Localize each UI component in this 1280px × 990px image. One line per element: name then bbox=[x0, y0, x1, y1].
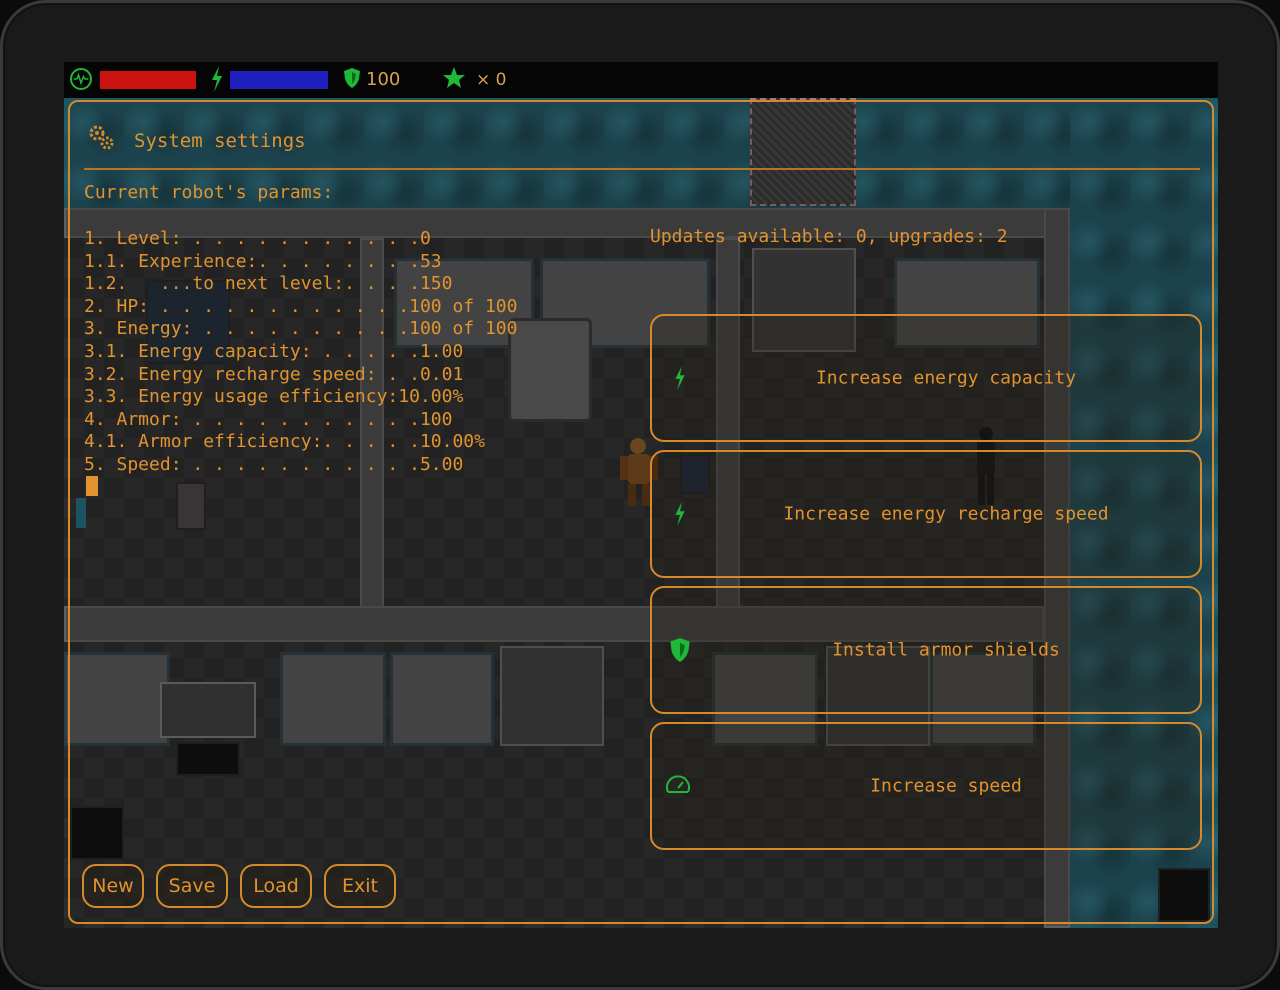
hud-bar: 100 × 0 bbox=[64, 62, 1218, 98]
text-cursor bbox=[86, 476, 98, 496]
new-button[interactable]: New bbox=[82, 864, 144, 908]
save-button[interactable]: Save bbox=[156, 864, 228, 908]
load-button[interactable]: Load bbox=[240, 864, 312, 908]
health-bar bbox=[100, 71, 196, 89]
game-screen: 100 × 0 System settings Current robot's … bbox=[64, 62, 1218, 928]
param-hp: 2. HP: . . . . . . . . . . . .100 of 100 bbox=[84, 295, 518, 317]
exit-button[interactable]: Exit bbox=[324, 864, 396, 908]
bolt-icon bbox=[675, 502, 685, 526]
header-divider bbox=[84, 168, 1200, 170]
param-level: 1. Level: . . . . . . . . . . .0 bbox=[84, 228, 431, 249]
param-armor: 4. Armor: . . . . . . . . . . .100 bbox=[84, 408, 453, 430]
param-speed: 5. Speed: . . . . . . . . . . .5.00 bbox=[84, 453, 464, 475]
system-settings-dialog: System settings Current robot's params: … bbox=[68, 100, 1214, 924]
upgrade-armor-shields-button[interactable]: Install armor shields bbox=[650, 586, 1202, 714]
param-armor-efficiency: 4.1. Armor efficiency:. . . . .10.00% bbox=[84, 431, 485, 453]
heartbeat-icon bbox=[70, 68, 92, 90]
robot-params-list: 1. Level: . . . . . . . . . . .0 1.1. Ex… bbox=[84, 228, 517, 477]
upgrade-label: Increase energy capacity bbox=[815, 367, 1077, 389]
param-next-level: 1.2. ...to next level:. . . .150 bbox=[84, 273, 453, 295]
armor-value: 100 bbox=[366, 69, 401, 90]
params-heading: Current robot's params: bbox=[84, 182, 334, 203]
param-energy-efficiency: 3.3. Energy usage efficiency:10.00% bbox=[84, 386, 464, 408]
upgrade-energy-recharge-button[interactable]: Increase energy recharge speed bbox=[650, 450, 1202, 578]
updates-available: Updates available: 0, upgrades: 2 bbox=[650, 226, 1008, 247]
param-experience: 1.1. Experience:. . . . . . . .53 bbox=[84, 250, 442, 272]
energy-bar bbox=[230, 71, 328, 89]
gear-icon bbox=[89, 125, 114, 150]
dialog-title: System settings bbox=[134, 130, 306, 152]
star-count: × 0 bbox=[476, 70, 507, 90]
upgrade-speed-button[interactable]: Increase speed bbox=[650, 722, 1202, 850]
upgrade-label: Increase energy recharge speed bbox=[783, 503, 1109, 525]
param-energy-capacity: 3.1. Energy capacity: . . . . .1.00 bbox=[84, 340, 464, 362]
bolt-icon bbox=[212, 66, 222, 92]
shield-icon bbox=[670, 638, 690, 662]
shield-icon bbox=[344, 68, 360, 88]
param-energy: 3. Energy: . . . . . . . . . .100 of 100 bbox=[84, 318, 518, 340]
upgrade-label: Install armor shields bbox=[832, 639, 1060, 661]
speedometer-icon bbox=[666, 775, 690, 793]
star-icon bbox=[443, 67, 465, 88]
upgrade-energy-capacity-button[interactable]: Increase energy capacity bbox=[650, 314, 1202, 442]
param-energy-recharge: 3.2. Energy recharge speed: . .0.01 bbox=[84, 363, 464, 385]
bolt-icon bbox=[675, 366, 685, 390]
upgrade-label: Increase speed bbox=[870, 775, 1022, 797]
